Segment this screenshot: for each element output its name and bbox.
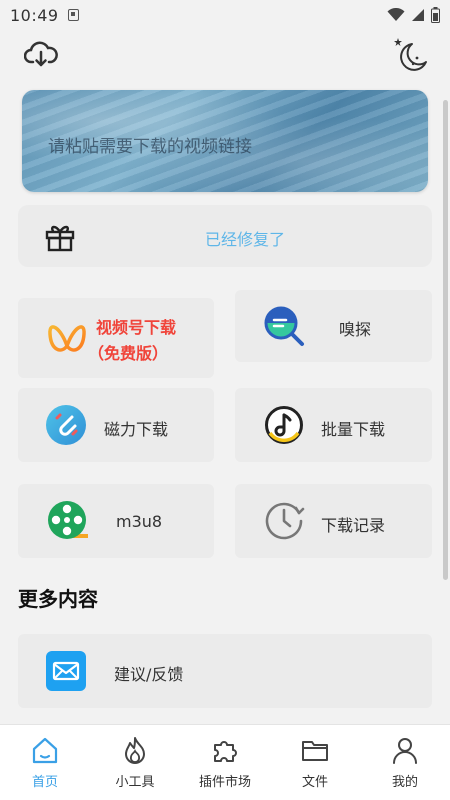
- nav-plugin-market[interactable]: 插件市场: [180, 725, 270, 800]
- more-content-title: 更多内容: [18, 587, 98, 611]
- video-channel-label-line2: （免费版）: [88, 344, 169, 363]
- download-history-label: 下载记录: [321, 516, 386, 535]
- magnet-icon: [46, 405, 86, 445]
- nav-tools[interactable]: 小工具: [90, 725, 180, 800]
- magnet-download-tile[interactable]: 磁力下载: [18, 388, 214, 462]
- status-time: 10:49: [10, 6, 59, 25]
- feedback-item[interactable]: 建议/反馈: [18, 634, 432, 708]
- butterfly-icon: [48, 325, 86, 352]
- night-mode-icon[interactable]: [390, 34, 432, 74]
- mail-icon: [46, 651, 86, 691]
- download-history-tile[interactable]: 下载记录: [235, 484, 432, 558]
- film-reel-icon: [48, 501, 88, 539]
- status-icons: [387, 7, 440, 23]
- battery-icon: [431, 7, 440, 23]
- notification-icon: [68, 9, 79, 21]
- nav-files-label: 文件: [301, 775, 328, 790]
- home-icon: [32, 737, 58, 764]
- nav-mine[interactable]: 我的: [360, 725, 450, 800]
- magnet-download-label: 磁力下载: [104, 420, 169, 439]
- status-bar: 10:49: [0, 0, 450, 32]
- user-icon: [393, 738, 417, 764]
- sniff-tile[interactable]: 嗅探: [235, 290, 432, 362]
- nav-home-label: 首页: [31, 775, 58, 790]
- bottom-nav: 首页 小工具 插件市场 文件 我的: [0, 724, 450, 800]
- sniff-icon: [264, 306, 304, 346]
- nav-plugin-market-label: 插件市场: [198, 775, 251, 790]
- link-input-banner[interactable]: 请粘贴需要下载的视频链接: [22, 90, 428, 192]
- clock-icon: [265, 502, 305, 540]
- link-input-placeholder: 请粘贴需要下载的视频链接: [48, 137, 252, 157]
- repair-notice-card[interactable]: 已经修复了: [18, 205, 432, 267]
- cloud-download-icon[interactable]: [24, 40, 58, 68]
- batch-download-label: 批量下载: [321, 420, 386, 439]
- scrollbar[interactable]: [443, 100, 448, 580]
- m3u8-label: m3u8: [116, 512, 163, 531]
- puzzle-icon: [214, 741, 237, 762]
- feedback-label: 建议/反馈: [114, 665, 184, 684]
- flame-icon: [125, 737, 145, 764]
- music-note-icon: [265, 406, 303, 444]
- video-channel-download-tile[interactable]: 视频号下载 （免费版）: [18, 298, 214, 378]
- folder-icon: [302, 741, 328, 761]
- sniff-label: 嗅探: [339, 320, 372, 339]
- nav-home[interactable]: 首页: [0, 725, 90, 800]
- batch-download-tile[interactable]: 批量下载: [235, 388, 432, 462]
- m3u8-tile[interactable]: m3u8: [18, 484, 214, 558]
- top-bar: [0, 32, 450, 80]
- nav-files[interactable]: 文件: [270, 725, 360, 800]
- repair-message: 已经修复了: [204, 230, 285, 249]
- nav-tools-label: 小工具: [115, 775, 155, 790]
- nav-mine-label: 我的: [391, 775, 418, 790]
- wifi-icon: [387, 8, 405, 21]
- signal-icon: [412, 9, 424, 21]
- video-channel-label-line1: 视频号下载: [96, 318, 177, 337]
